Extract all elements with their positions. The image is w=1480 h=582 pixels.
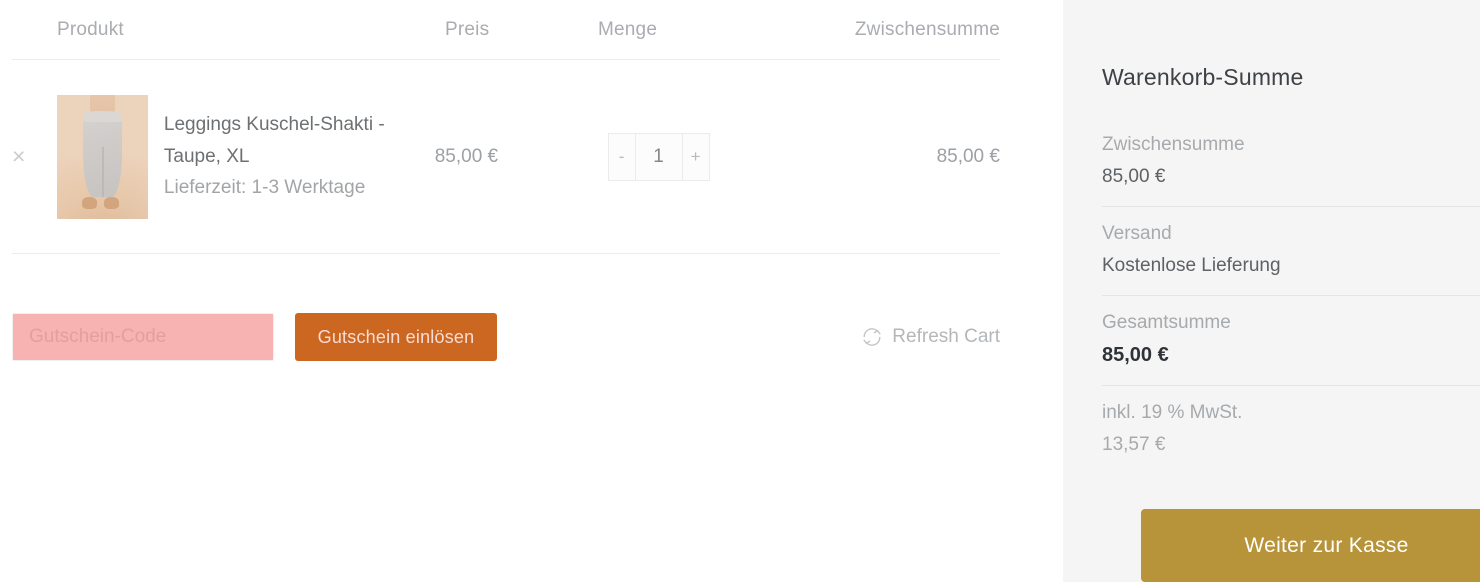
close-icon[interactable]: × (12, 145, 25, 168)
refresh-cart-button[interactable]: Refresh Cart (861, 315, 1000, 359)
product-cell: Leggings Kuschel-Shakti - Taupe, XL Lief… (56, 94, 435, 219)
apply-coupon-button[interactable]: Gutschein einlösen (295, 313, 497, 361)
cart-table-header: Produkt Preis Menge Zwischensumme (12, 0, 1000, 60)
product-delivery-time: Lieferzeit: 1-3 Werktage (163, 177, 366, 199)
thumbnail-foot-right (104, 197, 119, 209)
summary-label-total: Gesamtsumme (1102, 311, 1231, 333)
product-info: Leggings Kuschel-Shakti - Taupe, XL Lief… (164, 109, 435, 205)
summary-label-tax: inkl. 19 % MwSt. (1102, 402, 1243, 424)
quantity-cell: - 1 + (607, 132, 805, 181)
thumbnail-leg-split (101, 146, 104, 198)
summary-row-shipping: Versand Kostenlose Lieferung (1102, 207, 1480, 296)
summary-row-subtotal: Zwischensumme 85,00 € (1102, 118, 1480, 207)
summary-value-subtotal: 85,00 € (1102, 165, 1166, 187)
coupon-row: Gutschein einlösen Refresh Cart (12, 313, 1000, 361)
summary-label-subtotal: Zwischensumme (1102, 134, 1245, 155)
product-price: 85,00 € (434, 145, 499, 167)
summary-value-total: 85,00 € (1102, 343, 1169, 366)
quantity-input[interactable]: 1 (636, 134, 682, 180)
quantity-decrement-button[interactable]: - (609, 133, 636, 180)
shopping-cart-page: Produkt Preis Menge Zwischensumme × Legg… (0, 0, 1480, 582)
cart-summary-rows: Zwischensumme 85,00 € Versand Kostenlose… (1102, 118, 1480, 474)
summary-value-shipping: Kostenlose Lieferung (1102, 254, 1281, 276)
summary-value-tax: 13,57 € (1102, 434, 1166, 456)
cart-summary-title: Warenkorb-Summe (1102, 64, 1304, 90)
cart-table: Produkt Preis Menge Zwischensumme × Legg… (12, 0, 1000, 254)
cart-area: Produkt Preis Menge Zwischensumme × Legg… (0, 0, 1020, 582)
quantity-stepper[interactable]: - 1 + (607, 132, 710, 181)
column-header-subtotal: Zwischensumme (854, 18, 1000, 40)
summary-row-tax: inkl. 19 % MwSt. 13,57 € (1102, 386, 1480, 474)
product-name[interactable]: Leggings Kuschel-Shakti - Taupe, XL (164, 109, 435, 173)
coupon-code-input[interactable] (12, 313, 274, 361)
summary-row-total: Gesamtsumme 85,00 € (1102, 296, 1480, 387)
quantity-increment-button[interactable]: + (681, 133, 709, 180)
column-header-quantity: Menge (598, 18, 658, 40)
thumbnail-foot-left (82, 197, 97, 209)
cart-summary-panel: Warenkorb-Summe Zwischensumme 85,00 € Ve… (1063, 0, 1480, 582)
table-row: × Leggings Kuschel-Shakti - Taupe, XL Li… (12, 60, 1000, 254)
product-subtotal: 85,00 € (936, 145, 1000, 167)
summary-label-shipping: Versand (1102, 222, 1172, 244)
remove-item-cell: × (12, 145, 57, 168)
product-thumbnail[interactable] (56, 94, 148, 219)
checkout-button[interactable]: Weiter zur Kasse (1141, 509, 1480, 582)
thumbnail-waistband (83, 110, 122, 122)
cart-summary-inner: Warenkorb-Summe Zwischensumme 85,00 € Ve… (1102, 0, 1480, 582)
column-header-price: Preis (445, 18, 490, 40)
refresh-cart-label: Refresh Cart (892, 326, 1000, 347)
refresh-icon (861, 326, 883, 348)
column-header-product: Produkt (57, 18, 124, 40)
